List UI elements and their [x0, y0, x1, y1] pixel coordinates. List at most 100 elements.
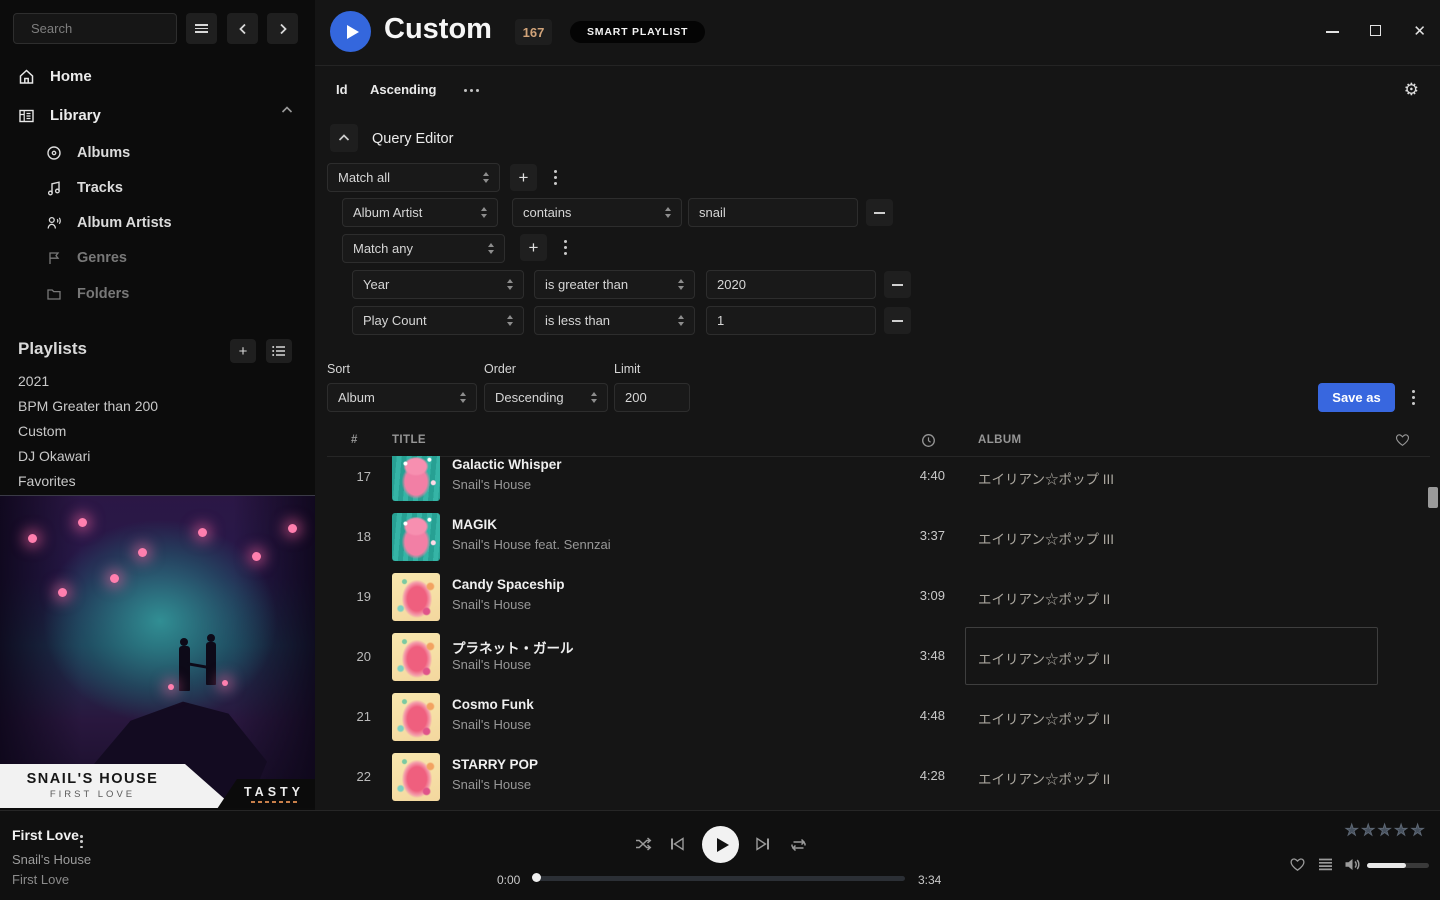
match-select[interactable]: Match all: [327, 163, 500, 192]
previous-button[interactable]: [669, 837, 685, 851]
search-input[interactable]: [31, 21, 207, 36]
track-album[interactable]: エイリアン☆ポップ II: [978, 708, 1110, 728]
col-favorite-heart-icon[interactable]: [1395, 433, 1410, 447]
play-playlist-button[interactable]: [330, 11, 371, 52]
track-title: Galactic Whisper: [452, 457, 562, 472]
rule-operator-select[interactable]: is greater than: [534, 270, 695, 299]
group-options-icon[interactable]: [546, 164, 564, 191]
remove-rule-button[interactable]: [884, 271, 911, 298]
back-button[interactable]: [227, 13, 258, 44]
rule-operator-select[interactable]: is less than: [534, 306, 695, 335]
table-row[interactable]: 20 プラネット・ガール Snail's House 3:48 エイリアン☆ポッ…: [315, 627, 1440, 687]
playlist-item[interactable]: Favorites: [18, 470, 76, 492]
minimize-button[interactable]: [1326, 31, 1339, 33]
remove-rule-button[interactable]: [884, 307, 911, 334]
sort-select[interactable]: Album: [327, 383, 477, 412]
favorite-button[interactable]: [1289, 857, 1306, 872]
save-options-icon[interactable]: [1404, 384, 1422, 411]
scrollbar-thumb[interactable]: [1428, 487, 1438, 508]
rule-value-input[interactable]: [688, 198, 858, 227]
volume-slider[interactable]: [1367, 863, 1429, 868]
create-playlist-button[interactable]: +: [230, 339, 256, 363]
playlist-list-button[interactable]: [266, 339, 292, 363]
rule-field-value: Year: [363, 277, 389, 292]
rule-operator-select[interactable]: contains: [512, 198, 682, 227]
settings-gear-icon[interactable]: ⚙: [1404, 80, 1419, 100]
group-options-icon[interactable]: [556, 234, 574, 261]
repeat-button[interactable]: [789, 838, 808, 852]
search-box[interactable]: [13, 13, 177, 44]
close-button[interactable]: ✕: [1413, 24, 1426, 39]
next-button[interactable]: [755, 837, 771, 851]
playlist-item[interactable]: Custom: [18, 420, 66, 442]
track-album[interactable]: エイリアン☆ポップ II: [978, 588, 1110, 608]
sidebar-item-label: Library: [50, 107, 101, 124]
forward-button[interactable]: [267, 13, 298, 44]
sidebar-item-tracks[interactable]: Tracks: [46, 174, 123, 202]
sort-direction-control[interactable]: Ascending: [370, 82, 436, 97]
track-album[interactable]: エイリアン☆ポップ III: [978, 468, 1114, 488]
col-title[interactable]: TITLE: [392, 434, 426, 446]
shuffle-button[interactable]: [634, 836, 652, 852]
star-icon[interactable]: ★: [1394, 821, 1407, 839]
playlist-item[interactable]: DJ Okawari: [18, 445, 90, 467]
track-album[interactable]: エイリアン☆ポップ II: [978, 768, 1110, 788]
collapse-query-editor-button[interactable]: [330, 124, 358, 152]
track-album[interactable]: エイリアン☆ポップ II: [978, 648, 1110, 668]
save-as-button[interactable]: Save as: [1318, 383, 1395, 412]
sidebar-item-home[interactable]: Home: [18, 62, 92, 90]
playlist-item[interactable]: BPM Greater than 200: [18, 395, 158, 417]
limit-input[interactable]: [614, 383, 690, 412]
star-icon[interactable]: ★: [1411, 821, 1424, 839]
sidebar-item-album-artists[interactable]: Album Artists: [46, 209, 172, 237]
star-icon[interactable]: ★: [1345, 821, 1358, 839]
order-select[interactable]: Descending: [484, 383, 608, 412]
play-icon: [717, 838, 729, 852]
maximize-button[interactable]: [1370, 25, 1381, 36]
rule-field-select[interactable]: Album Artist: [342, 198, 498, 227]
now-playing-album[interactable]: First Love: [12, 872, 69, 887]
table-row[interactable]: 21 Cosmo Funk Snail's House 4:48 エイリアン☆ポ…: [315, 687, 1440, 747]
sidebar-item-folders[interactable]: Folders: [46, 280, 129, 308]
sidebar-item-genres[interactable]: Genres: [46, 244, 127, 272]
now-playing-title[interactable]: First Love: [12, 827, 79, 843]
match-select[interactable]: Match any: [342, 234, 505, 263]
now-playing-artist[interactable]: Snail's House: [12, 852, 91, 867]
col-duration-clock-icon[interactable]: [921, 433, 936, 448]
table-row[interactable]: 19 Candy Spaceship Snail's House 3:09 エイ…: [315, 567, 1440, 627]
sidebar-item-albums[interactable]: Albums: [46, 139, 130, 167]
rule-operator-value: is greater than: [545, 277, 628, 292]
menu-button[interactable]: [186, 13, 217, 44]
rating-stars[interactable]: ★★★★★: [1345, 821, 1424, 839]
sidebar-item-library[interactable]: Library: [18, 101, 101, 129]
volume-button[interactable]: [1344, 857, 1361, 872]
table-row[interactable]: 22 STARRY POP Snail's House 4:28 エイリアン☆ポ…: [315, 747, 1440, 807]
table-row[interactable]: 17 Galactic Whisper Snail's House 4:40 エ…: [315, 456, 1440, 507]
rule-field-select[interactable]: Play Count: [352, 306, 524, 335]
track-number: 18: [343, 529, 371, 544]
now-playing-options-icon[interactable]: [80, 835, 83, 848]
more-options-icon[interactable]: [464, 89, 479, 92]
now-playing-artwork[interactable]: SNAIL'S HOUSE FIRST LOVE TASTY: [0, 495, 315, 808]
playlist-item[interactable]: 2021: [18, 370, 49, 392]
add-rule-button[interactable]: +: [510, 164, 537, 191]
col-album[interactable]: ALBUM: [978, 434, 1022, 446]
star-icon[interactable]: ★: [1378, 821, 1391, 839]
add-rule-button[interactable]: +: [520, 234, 547, 261]
star-icon[interactable]: ★: [1361, 821, 1374, 839]
rule-value-input[interactable]: [706, 270, 876, 299]
play-pause-button[interactable]: [702, 826, 739, 863]
artwork-figure: [179, 646, 190, 691]
rule-value-input[interactable]: [706, 306, 876, 335]
queue-button[interactable]: [1318, 858, 1333, 871]
col-number[interactable]: #: [351, 434, 358, 446]
remove-rule-button[interactable]: [866, 199, 893, 226]
progress-thumb[interactable]: [532, 873, 541, 882]
collapse-library-icon[interactable]: [281, 106, 293, 114]
rule-operator-value: is less than: [545, 313, 610, 328]
sort-field-control[interactable]: Id: [336, 82, 348, 97]
rule-field-select[interactable]: Year: [352, 270, 524, 299]
table-row[interactable]: 18 MAGIK Snail's House feat. Sennzai 3:3…: [315, 507, 1440, 567]
track-album[interactable]: エイリアン☆ポップ III: [978, 528, 1114, 548]
progress-bar[interactable]: [535, 876, 905, 881]
